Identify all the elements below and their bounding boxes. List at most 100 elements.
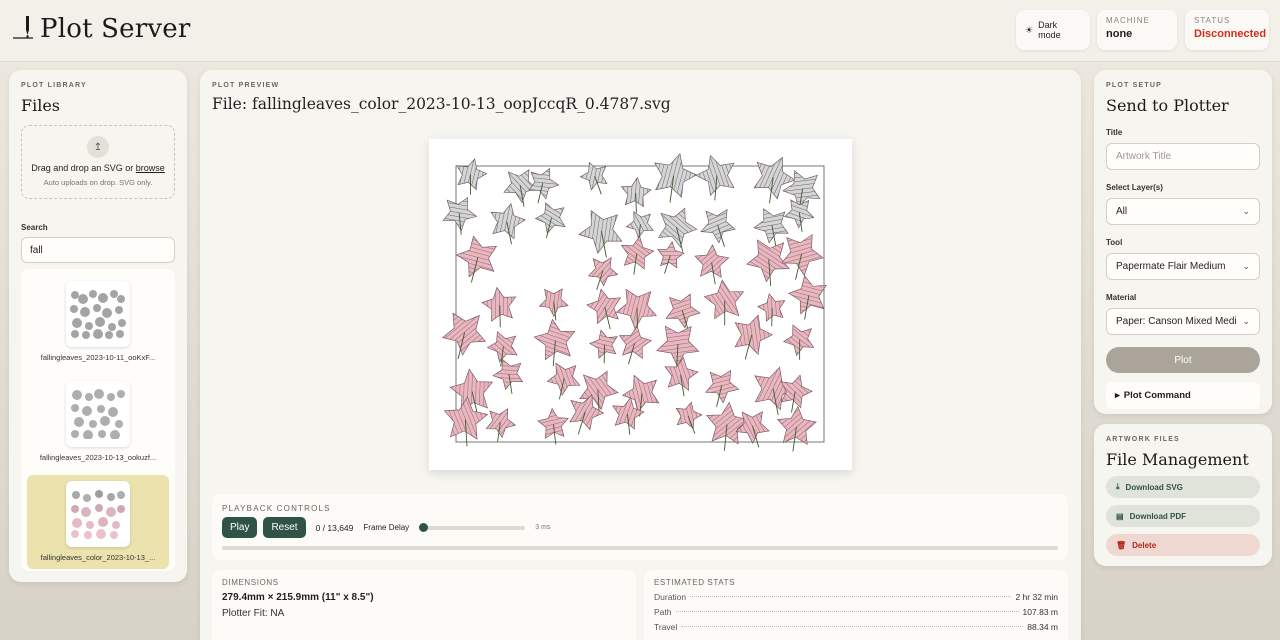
dimensions-label: DIMENSIONS — [222, 578, 279, 587]
leaf-shape — [533, 318, 576, 361]
chevron-down-icon: ⌄ — [1242, 316, 1250, 326]
file-item-selected[interactable]: fallingleaves_color_2023-10-13_... — [27, 475, 169, 569]
leaf-shape — [620, 235, 655, 270]
file-item[interactable]: fallingleaves_2023-10-11_ooKxF... — [27, 275, 169, 369]
tool-select-value: Papermate Flair Medium — [1116, 261, 1226, 272]
chevron-down-icon: ⌄ — [1242, 206, 1250, 216]
leaf-shape — [625, 211, 654, 239]
preview-file-title: File: fallingleaves_color_2023-10-13_oop… — [212, 95, 671, 113]
leaf-shape — [704, 369, 740, 404]
leaf-shape — [700, 209, 736, 244]
upload-dropzone[interactable]: ↥ Drag and drop an SVG or browse Auto up… — [21, 125, 175, 199]
layer-select[interactable]: All ⌄ — [1106, 198, 1260, 225]
leaf-shape — [654, 153, 698, 198]
dark-mode-toggle[interactable]: ☀ Dark mode — [1016, 10, 1090, 50]
leaf-shape — [481, 286, 517, 322]
stat-key: Duration — [654, 592, 687, 602]
library-eyebrow: PLOT LIBRARY — [21, 82, 87, 89]
file-thumbnail — [66, 381, 130, 447]
material-select[interactable]: Paper: Canson Mixed Medi ⌄ — [1106, 308, 1260, 335]
download-pdf-label: Download PDF — [1129, 511, 1187, 521]
plot-setup-panel: PLOT SETUP Send to Plotter Title Artwork… — [1094, 70, 1272, 414]
leaf-shape — [665, 293, 701, 329]
search-label: Search — [21, 223, 48, 232]
stat-row-path: Path 107.83 m — [654, 607, 1058, 617]
frame-delay-slider[interactable] — [419, 522, 526, 532]
title-label: Title — [1106, 128, 1123, 137]
preview-eyebrow: PLOT PREVIEW — [212, 82, 280, 89]
leaf-shape — [753, 156, 796, 200]
layer-select-value: All — [1116, 206, 1128, 217]
file-name: fallingleaves_color_2023-10-13_... — [40, 553, 156, 562]
leaf-shape — [537, 407, 569, 439]
file-thumbnail — [66, 281, 130, 347]
leaf-shape — [776, 405, 817, 445]
plot-button[interactable]: Plot — [1106, 347, 1260, 373]
app-header: Plot Server ☀ Dark mode MACHINE none STA… — [0, 0, 1280, 62]
reset-button[interactable]: Reset — [263, 517, 306, 538]
play-button[interactable]: Play — [222, 517, 258, 538]
dropzone-label: Drag and drop an SVG or — [31, 163, 134, 173]
playback-controls: PLAYBACK CONTROLS Play Reset 0 / 13,649 … — [212, 494, 1068, 560]
stat-value: 88.34 m — [1027, 622, 1058, 632]
brand: Plot Server — [12, 12, 191, 45]
status-value: Disconnected — [1194, 28, 1267, 40]
leaf-shape — [656, 325, 700, 367]
dimensions-value: 279.4mm × 215.9mm (11" x 8.5") — [222, 592, 374, 603]
tool-select[interactable]: Papermate Flair Medium ⌄ — [1106, 253, 1260, 280]
file-name: fallingleaves_2023-10-13_ookuzf... — [39, 453, 157, 462]
plot-command-toggle[interactable]: ▸ Plot Command — [1106, 382, 1260, 409]
leaf-shape — [695, 154, 735, 196]
leaf-shape — [615, 288, 657, 330]
leaf-shape — [694, 244, 730, 278]
leaf-shape — [675, 401, 703, 430]
plot-preview-panel: PLOT PREVIEW File: fallingleaves_color_2… — [200, 70, 1081, 640]
frame-delay-label: Frame Delay — [363, 523, 410, 532]
plot-command-label: Plot Command — [1123, 390, 1191, 401]
tool-label: Tool — [1106, 238, 1123, 247]
leaf-shape — [546, 362, 581, 396]
playback-progress-bar[interactable] — [222, 546, 1058, 550]
file-management-panel: ARTWORK FILES File Management ⤓ Download… — [1094, 424, 1272, 566]
stat-key: Travel — [654, 622, 678, 632]
file-name: fallingleaves_2023-10-11_ooKxF... — [40, 353, 156, 362]
leaf-shape — [586, 288, 622, 325]
download-pdf-button[interactable]: ▤ Download PDF — [1106, 505, 1260, 527]
stat-row-travel: Travel 88.34 m — [654, 622, 1058, 632]
download-svg-label: Download SVG — [1125, 482, 1183, 492]
leaf-shape — [706, 401, 750, 445]
dimensions-card: DIMENSIONS 279.4mm × 215.9mm (11" x 8.5"… — [212, 570, 636, 640]
leaf-shape — [492, 358, 524, 391]
file-management-title: File Management — [1106, 450, 1249, 469]
leaf-shape — [703, 279, 745, 320]
triangle-right-icon: ▸ — [1115, 390, 1120, 401]
file-thumbnail — [66, 481, 130, 547]
material-select-value: Paper: Canson Mixed Medi — [1116, 316, 1237, 327]
dropzone-subtext: Auto uploads on drop. SVG only. — [43, 178, 153, 187]
plot-canvas[interactable] — [429, 139, 852, 470]
chevron-down-icon: ⌄ — [1242, 261, 1250, 271]
machine-card: MACHINE none — [1097, 10, 1177, 50]
artwork-title-input[interactable]: Artwork Title — [1106, 143, 1260, 170]
download-svg-button[interactable]: ⤓ Download SVG — [1106, 476, 1260, 498]
file-item[interactable]: fallingleaves_2023-10-13_ookuzf... — [27, 375, 169, 469]
playback-label: PLAYBACK CONTROLS — [222, 504, 331, 513]
leaf-shape — [456, 158, 488, 191]
leaf-shape — [587, 257, 619, 287]
document-icon: ▤ — [1116, 511, 1124, 521]
file-list[interactable]: fallingleaves_2023-10-11_ooKxF... fallin… — [21, 269, 175, 571]
leaf-shape — [442, 196, 478, 232]
library-title: Files — [21, 96, 61, 115]
browse-link[interactable]: browse — [136, 163, 165, 173]
upload-icon: ↥ — [87, 136, 109, 158]
setup-title: Send to Plotter — [1106, 96, 1229, 115]
dropzone-text: Drag and drop an SVG or browse — [22, 163, 174, 173]
leaf-shape — [579, 161, 608, 191]
stat-row-duration: Duration 2 hr 32 min — [654, 592, 1058, 602]
download-icon: ⤓ — [1116, 482, 1120, 491]
search-input[interactable] — [21, 237, 175, 263]
leaf-shape — [455, 235, 498, 278]
delete-button[interactable]: 🗑 Delete — [1106, 534, 1260, 556]
frame-delay-value: 3 ms — [535, 524, 551, 531]
slider-knob[interactable] — [419, 522, 429, 532]
